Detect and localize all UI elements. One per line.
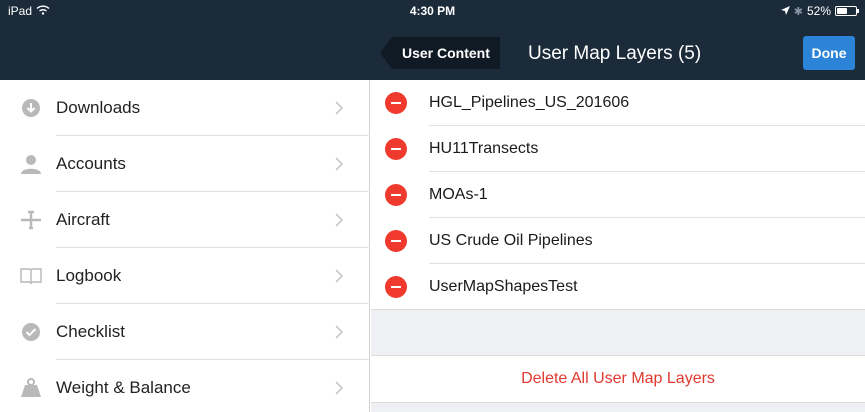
checkmark-icon: [20, 321, 42, 343]
weight-icon: [20, 377, 42, 399]
book-icon: [20, 265, 42, 287]
user-icon: [20, 153, 42, 175]
chevron-right-icon: [334, 324, 344, 340]
delete-minus-icon[interactable]: [385, 138, 407, 160]
list-item: UserMapShapesTest: [371, 264, 865, 310]
chevron-right-icon: [334, 100, 344, 116]
sidebar-item-label: Weight & Balance: [56, 378, 191, 397]
sidebar-item-label: Downloads: [56, 98, 141, 117]
list-item: MOAs-1: [371, 172, 865, 218]
user-map-layers-pane: HGL_Pipelines_US_201606 HU11Transects MO…: [371, 80, 865, 412]
layer-name: HU11Transects: [429, 140, 539, 157]
chevron-right-icon: [334, 380, 344, 396]
status-bar: iPad 4:30 PM ✱ 52%: [0, 0, 865, 22]
sidebar: Downloads Accounts Aircraft Logbook Chec…: [0, 80, 370, 412]
sidebar-item-label: Logbook: [56, 266, 122, 285]
page-title: User Map Layers (5): [528, 43, 702, 64]
delete-minus-icon[interactable]: [385, 230, 407, 252]
battery-percent: 52%: [806, 4, 831, 18]
location-arrow-icon: [780, 4, 790, 18]
download-icon: [20, 97, 42, 119]
delete-minus-icon[interactable]: [385, 276, 407, 298]
layer-name: HGL_Pipelines_US_201606: [429, 94, 630, 111]
sidebar-item-weight-balance[interactable]: Weight & Balance: [0, 360, 370, 412]
status-time: 4:30 PM: [409, 4, 456, 18]
sidebar-item-label: Aircraft: [56, 210, 110, 229]
chevron-right-icon: [334, 268, 344, 284]
delete-minus-icon[interactable]: [385, 184, 407, 206]
sidebar-item-label: Accounts: [56, 154, 126, 173]
list-item: US Crude Oil Pipelines: [371, 218, 865, 264]
chevron-right-icon: [334, 212, 344, 228]
sidebar-item-logbook[interactable]: Logbook: [0, 248, 370, 304]
sidebar-item-label: Checklist: [56, 322, 125, 341]
sidebar-item-accounts[interactable]: Accounts: [0, 136, 370, 192]
delete-minus-icon[interactable]: [385, 92, 407, 114]
delete-all-button[interactable]: Delete All User Map Layers: [371, 355, 865, 403]
back-button[interactable]: User Content: [380, 37, 500, 69]
airplane-icon: [20, 209, 42, 231]
sidebar-item-downloads[interactable]: Downloads: [0, 80, 370, 136]
sidebar-item-aircraft[interactable]: Aircraft: [0, 192, 370, 248]
top-bar: iPad 4:30 PM ✱ 52% User Content User Map…: [0, 0, 865, 80]
chevron-right-icon: [334, 156, 344, 172]
layer-name: UserMapShapesTest: [429, 278, 578, 295]
bluetooth-icon: ✱: [793, 5, 803, 18]
nav-bar: User Content User Map Layers (5) Done: [372, 30, 865, 80]
sidebar-item-checklist[interactable]: Checklist: [0, 304, 370, 360]
list-item: HU11Transects: [371, 126, 865, 172]
layer-name: US Crude Oil Pipelines: [429, 232, 593, 249]
layer-name: MOAs-1: [429, 186, 488, 203]
list-item: HGL_Pipelines_US_201606: [371, 80, 865, 126]
battery-icon: [835, 6, 859, 16]
done-button[interactable]: Done: [803, 36, 855, 70]
